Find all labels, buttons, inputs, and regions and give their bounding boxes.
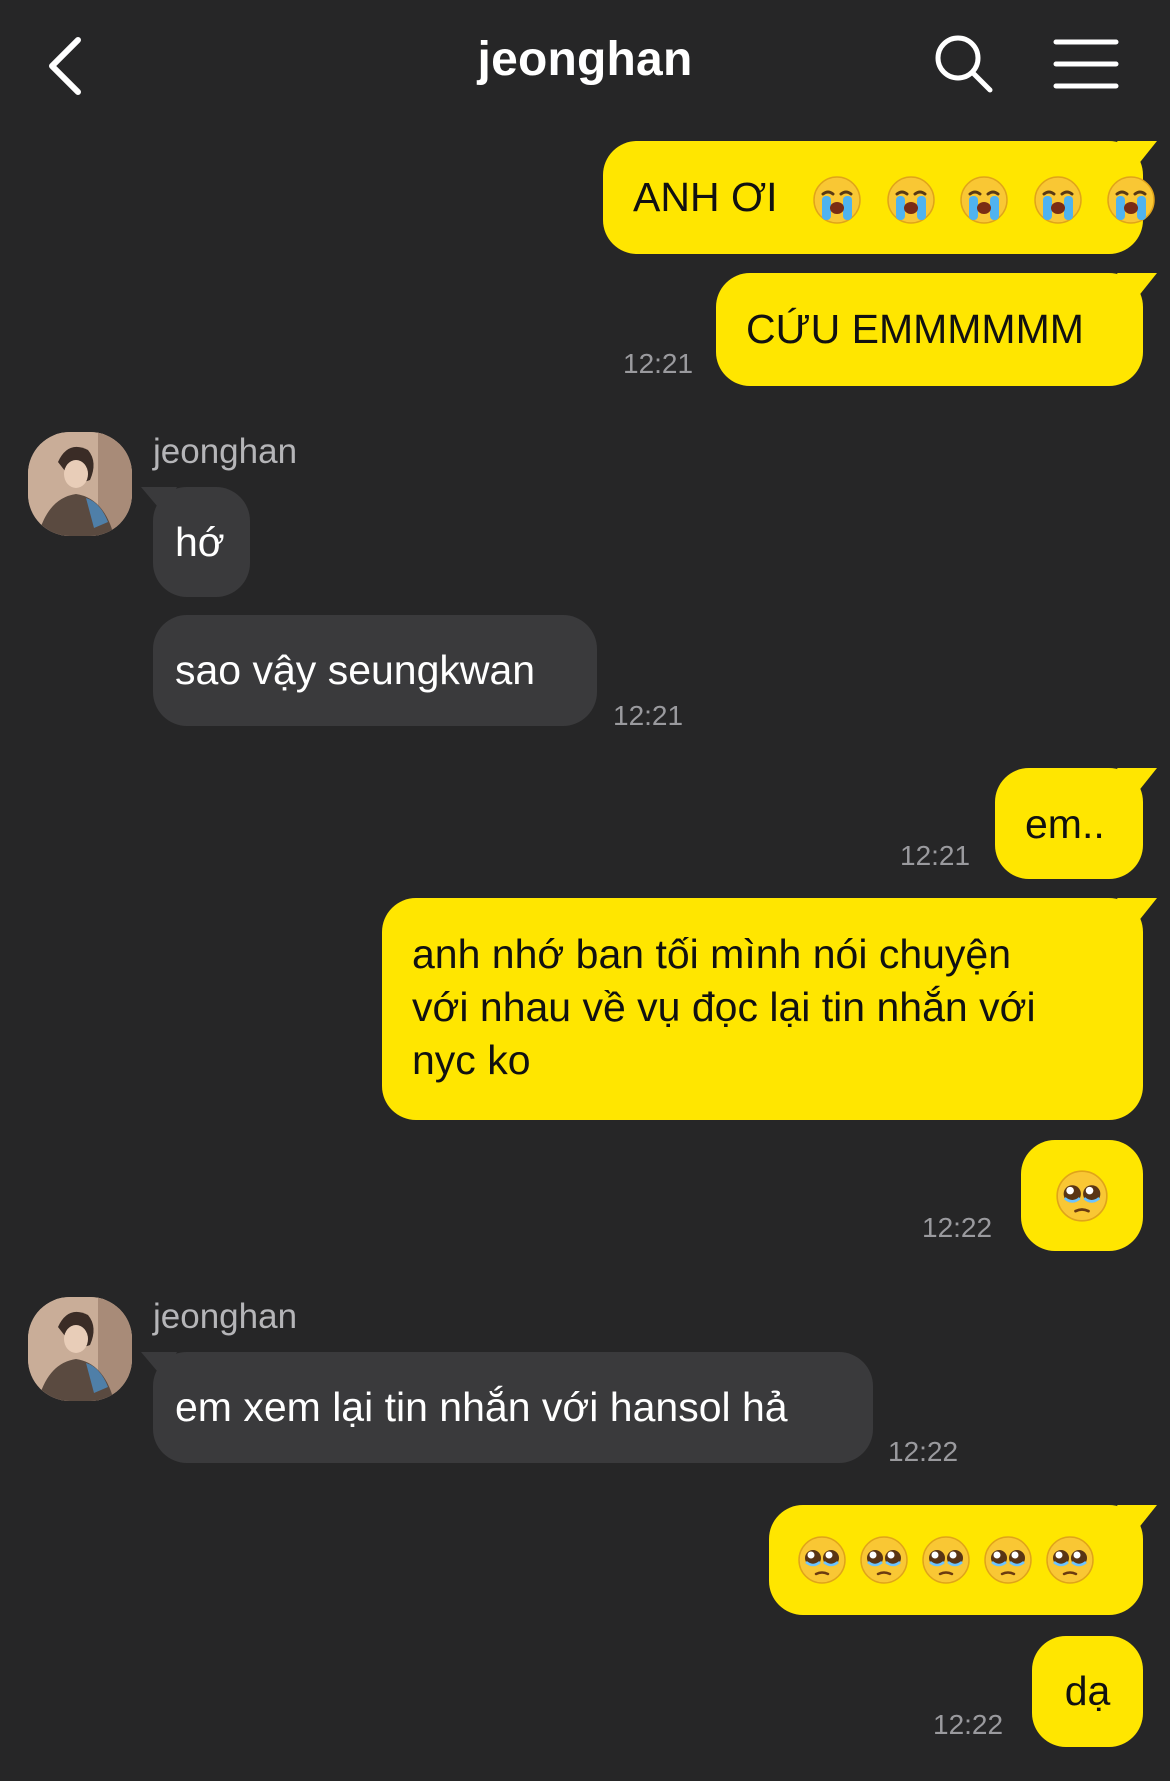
chevron-left-icon: [49, 37, 81, 95]
message-bubble-outgoing[interactable]: [1021, 1140, 1143, 1251]
avatar-photo: [28, 432, 132, 536]
chat-title: jeonghan: [477, 33, 693, 86]
search-button[interactable]: [930, 30, 1000, 100]
message-bubble-outgoing[interactable]: [769, 1505, 1157, 1615]
loudly-crying-face-icon: [1106, 175, 1156, 225]
avatar-photo: [28, 1297, 132, 1401]
message-bubble-outgoing[interactable]: anh nhớ ban tối mình nói chuyện với nhau…: [382, 898, 1157, 1120]
message-bubble-outgoing[interactable]: em..: [995, 768, 1157, 879]
pleading-face-icon: [1055, 1169, 1109, 1223]
message-text-line: nyc ko: [412, 1037, 531, 1083]
back-button[interactable]: [34, 30, 104, 104]
search-icon: [935, 35, 993, 93]
message-text: sao vậy seungkwan: [175, 647, 536, 693]
message-timestamp: 12:21: [613, 700, 684, 731]
message-text: em xem lại tin nhắn với hansol hả: [175, 1384, 788, 1430]
message-bubble-outgoing[interactable]: dạ: [1032, 1636, 1143, 1747]
message-timestamp: 12:22: [888, 1436, 959, 1467]
contact-avatar[interactable]: [28, 1297, 132, 1401]
loudly-crying-face-icon: [959, 175, 1009, 225]
message-bubble-incoming[interactable]: sao vậy seungkwan: [153, 615, 597, 726]
chat-header: jeonghan: [0, 0, 1170, 135]
sender-name: jeonghan: [153, 1297, 298, 1336]
loudly-crying-face-icon: [1033, 175, 1083, 225]
pleading-face-icon: [921, 1535, 971, 1585]
loudly-crying-face-icon: [812, 175, 862, 225]
message-text-line: anh nhớ ban tối mình nói chuyện: [412, 931, 1012, 977]
message-text: CỨU EMMMMMM: [746, 306, 1084, 352]
message-text-line: với nhau về vụ đọc lại tin nhắn với: [412, 984, 1036, 1030]
message-text: ANH ƠI: [633, 174, 778, 220]
pleading-face-icon: [1045, 1535, 1095, 1585]
sender-name: jeonghan: [153, 432, 298, 471]
message-timestamp: 12:22: [933, 1709, 1004, 1740]
message-bubble-incoming[interactable]: hớ: [141, 487, 250, 597]
pleading-face-icon: [983, 1535, 1033, 1585]
message-timestamp: 12:21: [900, 840, 971, 871]
message-text: hớ: [175, 519, 225, 565]
message-bubble-outgoing[interactable]: CỨU EMMMMMM: [716, 273, 1157, 386]
message-timestamp: 12:22: [922, 1212, 993, 1243]
message-bubble-outgoing[interactable]: ANH ƠI: [603, 141, 1157, 254]
message-text: em..: [1025, 801, 1105, 847]
hamburger-menu-icon: [1053, 39, 1119, 89]
loudly-crying-face-icon: [886, 175, 936, 225]
contact-avatar[interactable]: [28, 432, 132, 536]
pleading-face-icon: [859, 1535, 909, 1585]
menu-button[interactable]: [1050, 34, 1122, 94]
message-timestamp: 12:21: [623, 348, 694, 379]
message-bubble-incoming[interactable]: em xem lại tin nhắn với hansol hả: [141, 1352, 873, 1463]
pleading-face-icon: [797, 1535, 847, 1585]
message-text: dạ: [1064, 1668, 1111, 1714]
